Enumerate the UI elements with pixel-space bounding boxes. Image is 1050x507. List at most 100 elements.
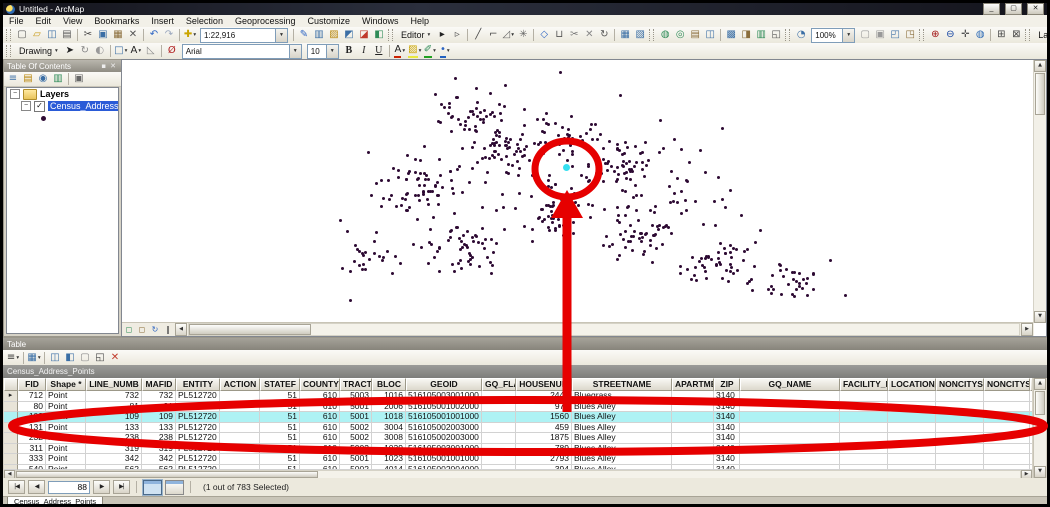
cell-streetname[interactable]: Blues Alley [572, 402, 672, 413]
cell-zip[interactable]: 3140 [714, 433, 740, 444]
font-family-combo[interactable]: Arial▼ [182, 44, 302, 59]
cell-noncityst[interactable] [936, 433, 984, 444]
cell-m[interactable] [1030, 444, 1032, 455]
endpoint-arc-tool[interactable]: ⌐ [486, 29, 500, 42]
cell-shape[interactable]: Point [46, 433, 86, 444]
layer-node[interactable]: − ✓ Census_Address_Points [7, 100, 118, 112]
cell-m[interactable] [1030, 454, 1032, 465]
cell-action[interactable] [220, 454, 260, 465]
cell-streetname[interactable]: Blues Alley [572, 423, 672, 434]
switch-selection-button[interactable]: ◧ [63, 351, 77, 364]
layout-zoom-out-button[interactable]: ▣ [873, 29, 887, 42]
layout-view-button[interactable]: ◻ [136, 324, 148, 335]
row-selector[interactable] [4, 402, 18, 413]
cell-shape[interactable]: Point [46, 423, 86, 434]
cell-line-numb[interactable]: 319 [86, 444, 142, 455]
map-canvas[interactable]: ◻◻↻‖ ◀ ▶ ▲ ▼ [121, 59, 1047, 337]
cell-countyf[interactable]: 610 [300, 423, 340, 434]
cell-line-numb[interactable]: 732 [86, 391, 142, 402]
catalog-window-button[interactable]: ▨ [327, 29, 341, 42]
cell-apartme[interactable] [672, 423, 714, 434]
cell-tract[interactable]: 5001 [340, 412, 372, 423]
cell-action[interactable] [220, 423, 260, 434]
cell-gq-fla[interactable] [482, 433, 516, 444]
cell-apartme[interactable] [672, 402, 714, 413]
cell-m[interactable] [1030, 402, 1032, 413]
dropdown-arrow-icon[interactable]: ▾ [193, 29, 196, 41]
close-button[interactable]: ✕ [1027, 3, 1044, 15]
zoom-to-elements-button[interactable]: ◐ [93, 45, 107, 58]
cell-countyf[interactable]: 610 [300, 444, 340, 455]
cell-geoid[interactable]: 516105001002000 [406, 402, 482, 413]
cell-entity[interactable]: PL512720 [176, 454, 220, 465]
cell-statef[interactable]: 51 [260, 433, 300, 444]
list-by-selection-button[interactable]: ▥ [51, 73, 65, 86]
italic-button[interactable]: I [357, 45, 371, 58]
cell-streetname[interactable]: Blues Alley [572, 433, 672, 444]
cell-line-numb[interactable]: 133 [86, 423, 142, 434]
data-view-button[interactable]: ◻ [123, 324, 135, 335]
maximize-button[interactable]: ▢ [1005, 3, 1022, 15]
cut-button[interactable]: ✂ [81, 29, 95, 42]
cell-line-numb[interactable]: 109 [86, 412, 142, 423]
row-selector[interactable] [4, 412, 18, 423]
cell-action[interactable] [220, 444, 260, 455]
rotate-element-tool[interactable]: ↻ [78, 45, 92, 58]
cell-mafid[interactable]: 238 [142, 433, 176, 444]
cell-location[interactable] [888, 423, 936, 434]
layers-expander-icon[interactable]: − [10, 89, 20, 99]
cell-countyf[interactable]: 610 [300, 391, 340, 402]
cell-bloc[interactable]: 1018 [372, 412, 406, 423]
menu-insert[interactable]: Insert [145, 15, 180, 27]
table-of-contents-toggle[interactable]: ▥ [312, 29, 326, 42]
table-vscroll-thumb[interactable] [1035, 391, 1045, 415]
cell-geoid[interactable]: 516105001001000 [406, 412, 482, 423]
cell-gq-name[interactable] [740, 391, 840, 402]
cell-fid[interactable]: 108 [18, 412, 46, 423]
map-vscroll-up-icon[interactable]: ▲ [1034, 60, 1046, 72]
cell-noncitys[interactable] [984, 391, 1030, 402]
cell-facility-n[interactable] [840, 402, 888, 413]
column-header-location[interactable]: LOCATION_ [888, 378, 936, 391]
menu-edit[interactable]: Edit [30, 15, 58, 27]
cell-statef[interactable]: 51 [260, 391, 300, 402]
search-window-button[interactable]: ◩ [342, 29, 356, 42]
cell-gq-name[interactable] [740, 402, 840, 413]
new-map-button[interactable]: ▢ [15, 29, 29, 42]
dropdown-arrow-icon[interactable]: ▼ [842, 29, 854, 42]
record-number-input[interactable] [48, 481, 90, 494]
cell-mafid[interactable]: 732 [142, 391, 176, 402]
cell-geoid[interactable]: 516105001001000 [406, 454, 482, 465]
minimize-button[interactable]: _ [983, 3, 1000, 15]
drawing-menu[interactable]: Drawing▾ [15, 46, 62, 56]
cell-action[interactable] [220, 391, 260, 402]
cell-m[interactable] [1030, 412, 1032, 423]
cell-tract[interactable]: 5002 [340, 423, 372, 434]
versioning-icon-2[interactable]: ◎ [673, 29, 687, 42]
table-window-titlebar[interactable]: Table [3, 338, 1047, 350]
cell-entity[interactable]: PL512720 [176, 412, 220, 423]
callout-tool[interactable]: ◺ [144, 45, 158, 58]
font-color-button[interactable]: A▾ [393, 45, 407, 58]
column-header-noncityst[interactable]: NONCITYST [936, 378, 984, 391]
cell-housenum[interactable]: 1875 [516, 433, 572, 444]
attribute-grid[interactable]: FIDShape *LINE_NUMBMAFIDENTITYACTIONSTAT… [4, 378, 1032, 470]
straight-segment-tool[interactable]: ╱ [471, 29, 485, 42]
cell-countyf[interactable]: 610 [300, 433, 340, 444]
cell-streetname[interactable]: Blues Alley [572, 412, 672, 423]
dropdown-arrow-icon[interactable]: ▾ [419, 45, 422, 57]
cell-gq-name[interactable] [740, 423, 840, 434]
cell-bloc[interactable]: 3004 [372, 423, 406, 434]
title-bar[interactable]: Untitled - ArcMap _ ▢ ✕ [3, 3, 1047, 15]
cell-facility-n[interactable] [840, 454, 888, 465]
cell-gq-fla[interactable] [482, 444, 516, 455]
map-hscroll-left-icon[interactable]: ◀ [175, 323, 187, 336]
zoom-to-selected-button[interactable]: ◱ [93, 351, 107, 364]
reshape-feature-tool[interactable]: ⊔ [552, 29, 566, 42]
row-selector[interactable] [4, 433, 18, 444]
cell-mafid[interactable]: 133 [142, 423, 176, 434]
add-data-button[interactable]: ✚▾ [183, 29, 197, 42]
show-selected-records-button[interactable] [165, 480, 184, 495]
dropdown-arrow-icon[interactable]: ▾ [138, 45, 141, 57]
cell-streetname[interactable]: Bluegrass [572, 391, 672, 402]
